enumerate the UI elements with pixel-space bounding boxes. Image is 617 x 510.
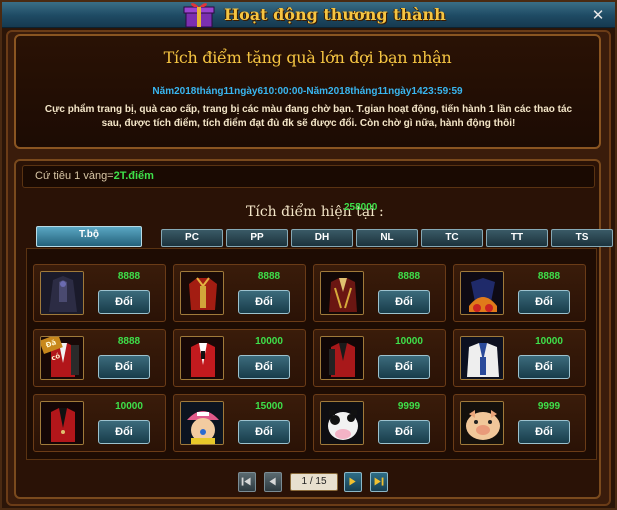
item-card: 8888 Đổi bbox=[313, 264, 446, 322]
item-card: 10000 Đổi bbox=[33, 394, 166, 452]
cow-pet-icon[interactable] bbox=[320, 401, 364, 445]
dark-cloak-icon[interactable] bbox=[40, 271, 84, 315]
item-price: 15000 bbox=[255, 401, 283, 412]
item-price: 8888 bbox=[117, 271, 141, 282]
exchange-button[interactable]: Đổi bbox=[98, 290, 150, 314]
tab-ts[interactable]: TS bbox=[551, 229, 613, 247]
tab-pc[interactable]: PC bbox=[161, 229, 223, 247]
exchange-button[interactable]: Đổi bbox=[238, 290, 290, 314]
tab-pp[interactable]: PP bbox=[226, 229, 288, 247]
pagination: 1 / 15 bbox=[238, 472, 388, 494]
promo-dates: Năm2018tháng11ngày610:00:00-Năm2018tháng… bbox=[152, 86, 463, 97]
chopper-pet-icon[interactable] bbox=[180, 401, 224, 445]
promo-title: Tích điểm tặng quà lớn đợi bạn nhận bbox=[163, 48, 452, 67]
close-icon[interactable]: ✕ bbox=[589, 6, 607, 24]
rate-text: Cứ tiêu 1 vàng=2T.điểm bbox=[35, 170, 154, 182]
red-armor-icon[interactable] bbox=[180, 271, 224, 315]
exchange-button[interactable]: Đổi bbox=[518, 420, 570, 444]
tab-tc[interactable]: TC bbox=[421, 229, 483, 247]
exchange-button[interactable]: Đổi bbox=[238, 355, 290, 379]
points-value: 258000 bbox=[344, 202, 378, 213]
red-suit-icon[interactable] bbox=[180, 336, 224, 380]
item-card: 10000 Đổi bbox=[173, 329, 306, 387]
flame-outfit-icon[interactable] bbox=[460, 271, 504, 315]
marine-coat-icon[interactable] bbox=[460, 336, 504, 380]
item-price: 9999 bbox=[537, 401, 561, 412]
crimson-coat-icon[interactable] bbox=[320, 271, 364, 315]
prev-page-icon[interactable] bbox=[264, 472, 282, 492]
item-price: 8888 bbox=[397, 271, 421, 282]
title-bar: Hoạt động thương thành ✕ bbox=[2, 2, 615, 28]
event-window: Hoạt động thương thành ✕ Tích điểm tặng … bbox=[0, 0, 617, 510]
item-price: 10000 bbox=[535, 336, 563, 347]
rate-label: Cứ tiêu 1 vàng= bbox=[35, 170, 114, 182]
item-card: 8888 Đổi bbox=[173, 264, 306, 322]
red-suit-icon[interactable] bbox=[40, 401, 84, 445]
pig-pet-icon[interactable] bbox=[460, 401, 504, 445]
exchange-button[interactable]: Đổi bbox=[518, 290, 570, 314]
item-price: 9999 bbox=[397, 401, 421, 412]
promo-description: Cực phẩm trang bị, quà cao cấp, trang bị… bbox=[44, 104, 573, 129]
first-page-icon[interactable] bbox=[238, 472, 256, 492]
item-card: 8888 Đổi bbox=[453, 264, 586, 322]
tab-tt[interactable]: TT bbox=[486, 229, 548, 247]
exchange-button[interactable]: Đổi bbox=[378, 355, 430, 379]
item-card: 15000 Đổi bbox=[173, 394, 306, 452]
red-suit-icon[interactable] bbox=[320, 336, 364, 380]
item-card: Đã có 8888 Đổi bbox=[33, 329, 166, 387]
item-card: 10000 Đổi bbox=[453, 329, 586, 387]
gift-box-icon bbox=[183, 3, 215, 28]
rate-bar: Cứ tiêu 1 vàng=2T.điểm bbox=[22, 165, 595, 188]
exchange-button[interactable]: Đổi bbox=[518, 355, 570, 379]
tab-nl[interactable]: NL bbox=[356, 229, 418, 247]
item-price: 8888 bbox=[257, 271, 281, 282]
exchange-button[interactable]: Đổi bbox=[378, 420, 430, 444]
rate-value: 2T.điểm bbox=[113, 170, 154, 182]
item-price: 10000 bbox=[115, 401, 143, 412]
item-card: 9999 Đổi bbox=[313, 394, 446, 452]
item-price: 8888 bbox=[117, 336, 141, 347]
exchange-button[interactable]: Đổi bbox=[98, 420, 150, 444]
last-page-icon[interactable] bbox=[370, 472, 388, 492]
item-grid: 8888 Đổi 8888 Đổi 8888 Đổi 8888 Đổi Đã c… bbox=[26, 248, 597, 460]
item-price: 10000 bbox=[255, 336, 283, 347]
window-title: Hoạt động thương thành bbox=[224, 5, 446, 24]
next-page-icon[interactable] bbox=[344, 472, 362, 492]
exchange-button[interactable]: Đổi bbox=[98, 355, 150, 379]
exchange-button[interactable]: Đổi bbox=[378, 290, 430, 314]
tab-all[interactable]: T.bộ bbox=[36, 226, 142, 247]
item-card: 9999 Đổi bbox=[453, 394, 586, 452]
item-price: 8888 bbox=[537, 271, 561, 282]
tab-dh[interactable]: DH bbox=[291, 229, 353, 247]
red-suit-icon[interactable]: Đã có bbox=[40, 336, 84, 380]
promo-panel: Tích điểm tặng quà lớn đợi bạn nhận Năm2… bbox=[14, 34, 601, 149]
item-price: 10000 bbox=[395, 336, 423, 347]
exchange-button[interactable]: Đổi bbox=[238, 420, 290, 444]
item-card: 10000 Đổi bbox=[313, 329, 446, 387]
page-indicator: 1 / 15 bbox=[290, 473, 338, 491]
item-card: 8888 Đổi bbox=[33, 264, 166, 322]
